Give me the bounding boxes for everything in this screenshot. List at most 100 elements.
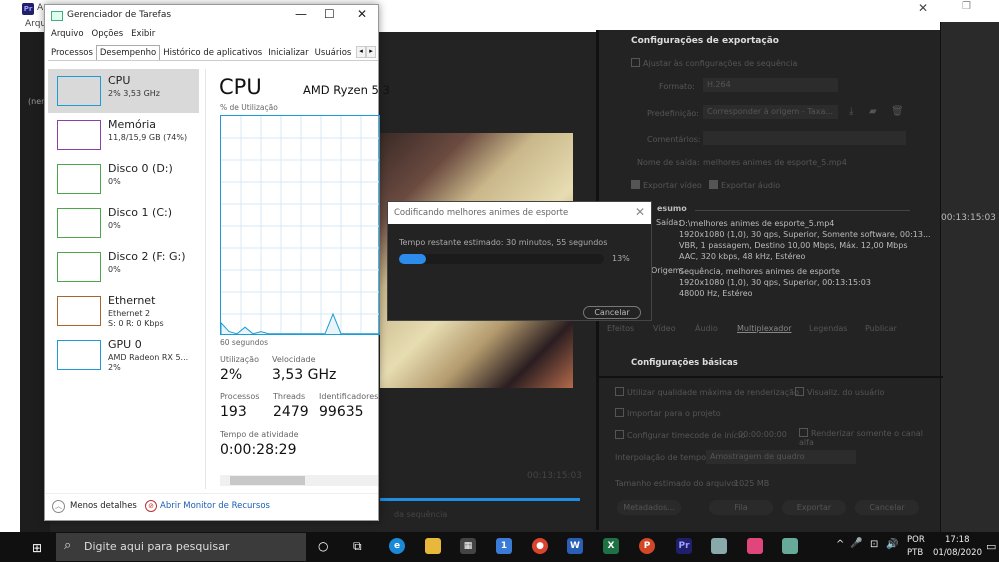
file-size-label: Tamanho estimado do arquivo: <box>615 479 739 488</box>
export-video-checkbox[interactable]: Exportar vídeo <box>631 180 702 190</box>
preview-timecode: 00:13:15:03 <box>527 471 582 481</box>
perf-item-gpu-0[interactable]: GPU 0 AMD Radeon RX 5... 2% <box>48 333 199 377</box>
keyboard-layout[interactable]: PTB <box>907 548 923 558</box>
premiere-taskbar-icon[interactable]: Pr <box>676 538 692 554</box>
taskbar-search-input[interactable]: Digite aqui para pesquisar <box>56 533 306 561</box>
task-manager-taskbar-icon[interactable] <box>711 538 727 554</box>
chevron-up-icon[interactable]: ︿ <box>52 500 65 513</box>
alpha-only-checkbox[interactable]: Renderizar somente o canal alfa <box>799 428 940 447</box>
fewer-details-button[interactable]: Menos detalhes <box>70 501 137 511</box>
task-view-icon[interactable]: ⧉ <box>353 539 362 554</box>
file-explorer-icon[interactable] <box>425 538 441 554</box>
source-line: 48000 Hz, Estéreo <box>679 289 753 298</box>
perf-item-ethernet[interactable]: Ethernet Ethernet 2 S: 0 R: 0 Kbps <box>48 289 199 333</box>
format-select[interactable]: H.264 <box>703 78 838 92</box>
app-icon[interactable] <box>747 538 763 554</box>
cpu-model: AMD Ryzen 5 3 <box>303 83 390 97</box>
user-preview-checkbox[interactable]: Visualiz. do usuário <box>795 387 885 397</box>
close-icon[interactable]: ✕ <box>918 1 928 15</box>
clock-time[interactable]: 17:18 <box>945 535 970 545</box>
comments-label: Comentários: <box>647 135 701 144</box>
maximize-icon[interactable]: ☐ <box>324 7 335 21</box>
preview-range-bar[interactable] <box>380 498 580 501</box>
speed-value: 3,53 GHz <box>272 367 337 383</box>
timecode-value[interactable]: 00:00:00:00 <box>738 430 787 439</box>
tab-processes[interactable]: Processos <box>48 46 96 60</box>
perf-item-mem-ria[interactable]: Memória 11,8/15,9 GB (74%) <box>48 113 199 157</box>
export-button[interactable]: Exportar <box>782 500 846 515</box>
perf-thumbnail <box>57 164 101 194</box>
word-icon[interactable]: W <box>567 538 583 554</box>
match-sequence-checkbox[interactable]: Ajustar às configurações de sequência <box>631 58 797 68</box>
perf-item-cpu[interactable]: CPU 2% 3,53 GHz <box>48 69 199 113</box>
horizontal-scrollbar[interactable] <box>220 475 378 486</box>
perf-item-name: Memória <box>108 118 157 131</box>
metadata-button[interactable]: Metadados... <box>617 500 681 515</box>
close-icon[interactable]: ✕ <box>357 7 367 21</box>
user-preview-label: Visualiz. do usuário <box>807 388 885 397</box>
utilization-label: Utilização <box>220 355 259 364</box>
restore-icon[interactable]: ❐ <box>962 1 971 12</box>
tab-scroll-left-icon[interactable]: ◂ <box>356 46 366 58</box>
mail-icon[interactable]: 1 <box>496 538 512 554</box>
close-icon[interactable]: ✕ <box>635 205 645 219</box>
preset-select[interactable]: Corresponder à origem - Taxa... <box>703 105 838 119</box>
scrollbar-thumb[interactable] <box>230 476 305 485</box>
store-icon[interactable]: ▦ <box>460 538 476 554</box>
summary-divider <box>695 210 910 211</box>
premiere-menu-file[interactable]: Arqu <box>25 19 46 29</box>
menu-view[interactable]: Exibir <box>131 29 155 39</box>
chrome-icon[interactable]: ● <box>532 538 548 554</box>
perf-item-disco-0-d[interactable]: Disco 0 (D:) 0% <box>48 157 199 201</box>
menu-file[interactable]: Arquivo <box>51 29 84 39</box>
menu-options[interactable]: Opções <box>92 29 124 39</box>
edge-icon[interactable]: e <box>389 538 405 554</box>
language-indicator[interactable]: POR <box>907 535 925 545</box>
powerpoint-icon[interactable]: P <box>639 538 655 554</box>
tab-publish[interactable]: Publicar <box>865 324 897 333</box>
perf-item-disco-1-c[interactable]: Disco 1 (C:) 0% <box>48 201 199 245</box>
cancel-button[interactable]: Cancelar <box>855 500 919 515</box>
tab-startup[interactable]: Inicializar <box>265 46 311 60</box>
open-resource-monitor-link[interactable]: Abrir Monitor de Recursos <box>160 501 270 511</box>
volume-icon[interactable]: 🔊 <box>886 539 898 550</box>
minimize-icon[interactable]: — <box>295 7 307 21</box>
export-audio-checkbox[interactable]: Exportar áudio <box>709 180 780 190</box>
delete-preset-icon[interactable]: 🗑 <box>891 106 904 117</box>
divider <box>205 69 206 489</box>
clock-date[interactable]: 01/08/2020 <box>933 548 982 558</box>
tab-audio[interactable]: Áudio <box>695 324 718 333</box>
cortana-icon[interactable]: ○ <box>318 539 328 553</box>
chevron-up-icon[interactable]: ^ <box>836 539 844 550</box>
tab-video[interactable]: Vídeo <box>653 324 676 333</box>
import-preset-icon[interactable]: ▰ <box>869 106 877 117</box>
comments-input[interactable] <box>703 131 906 145</box>
set-timecode-checkbox[interactable]: Configurar timecode de início <box>615 430 745 440</box>
import-project-checkbox[interactable]: Importar para o projeto <box>615 408 721 418</box>
output-name-link[interactable]: melhores animes de esporte_5.mp4 <box>703 158 847 167</box>
windows-start-icon[interactable]: ⊞ <box>32 541 42 555</box>
source-range-select[interactable]: da sequência <box>380 510 450 524</box>
tab-multiplexer[interactable]: Multiplexador <box>737 324 792 333</box>
tab-users[interactable]: Usuários <box>312 46 355 60</box>
handles-label: Identificadores <box>319 392 379 401</box>
cpu-graph <box>220 115 380 335</box>
tab-app-history[interactable]: Histórico de aplicativos <box>160 46 265 60</box>
tab-effects[interactable]: Efeitos <box>607 324 634 333</box>
encoding-cancel-button[interactable]: Cancelar <box>583 306 641 319</box>
max-quality-checkbox[interactable]: Utilizar qualidade máxima de renderizaçã… <box>615 387 799 397</box>
queue-button[interactable]: Fila <box>709 500 773 515</box>
perf-item-disco-2-f-g[interactable]: Disco 2 (F: G:) 0% <box>48 245 199 289</box>
network-icon[interactable]: ⊡ <box>870 539 878 550</box>
tab-performance[interactable]: Desempenho <box>95 45 161 60</box>
microphone-icon[interactable]: 🎤 <box>850 538 862 549</box>
interp-select[interactable]: Amostragem de quadro <box>706 450 856 464</box>
premiere-logo-icon: Pr <box>22 3 34 15</box>
notifications-icon[interactable]: ▭ <box>986 540 996 553</box>
source-line: 1920x1080 (1,0), 30 qps, Superior, 00:13… <box>679 278 871 287</box>
excel-icon[interactable]: X <box>603 538 619 554</box>
save-preset-icon[interactable]: ⤓ <box>849 106 853 117</box>
tab-captions[interactable]: Legendas <box>809 324 847 333</box>
paint-icon[interactable] <box>782 538 798 554</box>
tab-scroll-right-icon[interactable]: ▸ <box>366 46 376 58</box>
